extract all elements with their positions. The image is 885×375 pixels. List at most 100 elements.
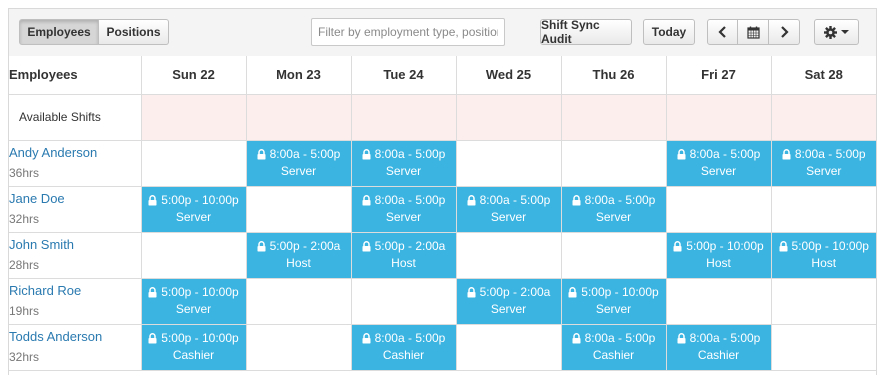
lock-icon: [148, 333, 157, 344]
shift-cell: 5:00p - 2:00a Host: [351, 232, 457, 279]
shift-block[interactable]: 8:00a - 5:00p Server: [456, 186, 561, 232]
shift-block[interactable]: 5:00p - 2:00a Server: [456, 278, 561, 324]
available-shift-cell[interactable]: [456, 94, 562, 141]
employee-hours: 32hrs: [9, 212, 40, 226]
shift-block[interactable]: 8:00a - 5:00p Cashier: [561, 324, 666, 370]
empty-shift-cell[interactable]: [351, 278, 457, 325]
shift-block[interactable]: 8:00a - 5:00p Server: [771, 140, 876, 186]
employee-cell: Todds Anderson 32hrs: [9, 324, 142, 371]
shift-cell: 8:00a - 5:00p Server: [561, 186, 667, 233]
shift-position: Host: [811, 256, 837, 270]
empty-shift-cell[interactable]: [246, 186, 352, 233]
shift-block[interactable]: 8:00a - 5:00p Cashier: [351, 324, 456, 370]
shift-cell: 8:00a - 5:00p Cashier: [351, 324, 457, 371]
employee-name-link[interactable]: Jane Doe: [9, 190, 141, 208]
lock-icon: [677, 333, 686, 344]
shift-block[interactable]: 8:00a - 5:00p Server: [351, 140, 456, 186]
empty-shift-cell[interactable]: [771, 278, 876, 325]
shift-cell: 5:00p - 10:00p Server: [141, 278, 247, 325]
previous-week-button[interactable]: [707, 19, 738, 45]
lock-icon: [362, 333, 371, 344]
shift-position: Server: [490, 302, 527, 316]
empty-shift-cell[interactable]: [141, 232, 247, 279]
empty-shift-cell[interactable]: [456, 140, 562, 187]
empty-shift-cell[interactable]: [561, 232, 667, 279]
shift-block[interactable]: 5:00p - 2:00a Host: [351, 232, 456, 278]
shift-block[interactable]: 5:00p - 2:00a Host: [246, 232, 351, 278]
lock-icon: [779, 241, 788, 252]
shift-block[interactable]: 8:00a - 5:00p Cashier: [666, 324, 771, 370]
empty-shift-cell[interactable]: [561, 140, 667, 187]
filter-input[interactable]: [311, 18, 505, 46]
shift-sync-audit-button[interactable]: Shift Sync Audit: [540, 18, 632, 46]
shift-block[interactable]: 5:00p - 10:00p Host: [771, 232, 876, 278]
lock-icon: [673, 241, 682, 252]
shift-time: 5:00p - 10:00p: [161, 331, 239, 345]
shift-time: 8:00a - 5:00p: [479, 193, 551, 207]
next-week-button[interactable]: [769, 19, 800, 45]
employee-row: Andy Anderson 36hrs 8:00a - 5:00p Server 8:0…: [9, 140, 876, 187]
available-shift-cell[interactable]: [561, 94, 667, 141]
lock-icon: [568, 287, 577, 298]
available-shift-cell[interactable]: [141, 94, 247, 141]
calendar-button[interactable]: [738, 19, 769, 45]
shift-block[interactable]: 5:00p - 10:00p Host: [666, 232, 771, 278]
shift-cell: 8:00a - 5:00p Server: [246, 140, 352, 187]
day-header: Wed 25: [456, 56, 562, 95]
empty-shift-cell[interactable]: [141, 140, 247, 187]
available-shift-cell[interactable]: [666, 94, 772, 141]
shift-time: 5:00p - 2:00a: [479, 285, 551, 299]
day-header: Tue 24: [351, 56, 457, 95]
empty-shift-cell[interactable]: [246, 278, 352, 325]
employee-row: Richard Roe 19hrs 5:00p - 10:00p Server 5:00…: [9, 278, 876, 325]
available-shift-cell[interactable]: [351, 94, 457, 141]
today-button[interactable]: Today: [643, 19, 695, 45]
employees-view-button[interactable]: Employees: [19, 19, 99, 45]
chevron-left-icon: [717, 26, 726, 38]
shift-time: 5:00p - 10:00p: [161, 193, 239, 207]
day-header: Fri 27: [666, 56, 772, 95]
shift-cell: 8:00a - 5:00p Cashier: [666, 324, 772, 371]
positions-view-button[interactable]: Positions: [99, 19, 169, 45]
shift-block[interactable]: 5:00p - 10:00p Server: [141, 278, 246, 324]
caret-down-icon: [841, 30, 849, 34]
shift-cell: 5:00p - 10:00p Host: [666, 232, 772, 279]
employee-name-link[interactable]: John Smith: [9, 236, 141, 254]
shift-block[interactable]: 5:00p - 10:00p Server: [141, 186, 246, 232]
available-shift-cell[interactable]: [246, 94, 352, 141]
empty-shift-cell[interactable]: [456, 324, 562, 371]
shift-cell: 8:00a - 5:00p Cashier: [561, 324, 667, 371]
view-toggle: Employees Positions: [19, 19, 169, 45]
available-shift-cell[interactable]: [771, 94, 876, 141]
empty-shift-cell[interactable]: [771, 186, 876, 233]
shift-time: 5:00p - 10:00p: [791, 239, 869, 253]
scheduler-app: Employees Positions Shift Sync Audit Tod…: [8, 8, 877, 375]
lock-icon: [572, 195, 581, 206]
shift-position: Cashier: [592, 348, 635, 362]
shift-block[interactable]: 5:00p - 10:00p Server: [561, 278, 666, 324]
empty-shift-cell[interactable]: [771, 324, 876, 371]
shift-position: Server: [595, 302, 632, 316]
empty-shift-cell[interactable]: [666, 186, 772, 233]
empty-shift-cell[interactable]: [666, 278, 772, 325]
shift-block[interactable]: 8:00a - 5:00p Server: [246, 140, 351, 186]
shift-cell: 8:00a - 5:00p Server: [666, 140, 772, 187]
shift-time: 8:00a - 5:00p: [584, 331, 656, 345]
shift-block[interactable]: 8:00a - 5:00p Server: [351, 186, 456, 232]
day-header: Thu 26: [561, 56, 667, 95]
shift-position: Cashier: [172, 348, 215, 362]
shift-block[interactable]: 8:00a - 5:00p Server: [561, 186, 666, 232]
employee-name-link[interactable]: Todds Anderson: [9, 328, 141, 346]
shift-position: Server: [700, 164, 737, 178]
shift-position: Server: [806, 164, 842, 178]
empty-shift-cell[interactable]: [456, 232, 562, 279]
settings-dropdown-button[interactable]: [814, 19, 859, 45]
empty-shift-cell[interactable]: [246, 324, 352, 371]
shift-cell: 5:00p - 2:00a Host: [246, 232, 352, 279]
employee-name-link[interactable]: Andy Anderson: [9, 144, 141, 162]
shift-position: Host: [286, 256, 311, 270]
shift-cell: 5:00p - 2:00a Server: [456, 278, 562, 325]
shift-block[interactable]: 8:00a - 5:00p Server: [666, 140, 771, 186]
shift-block[interactable]: 5:00p - 10:00p Cashier: [141, 324, 246, 370]
employee-name-link[interactable]: Richard Roe: [9, 282, 141, 300]
